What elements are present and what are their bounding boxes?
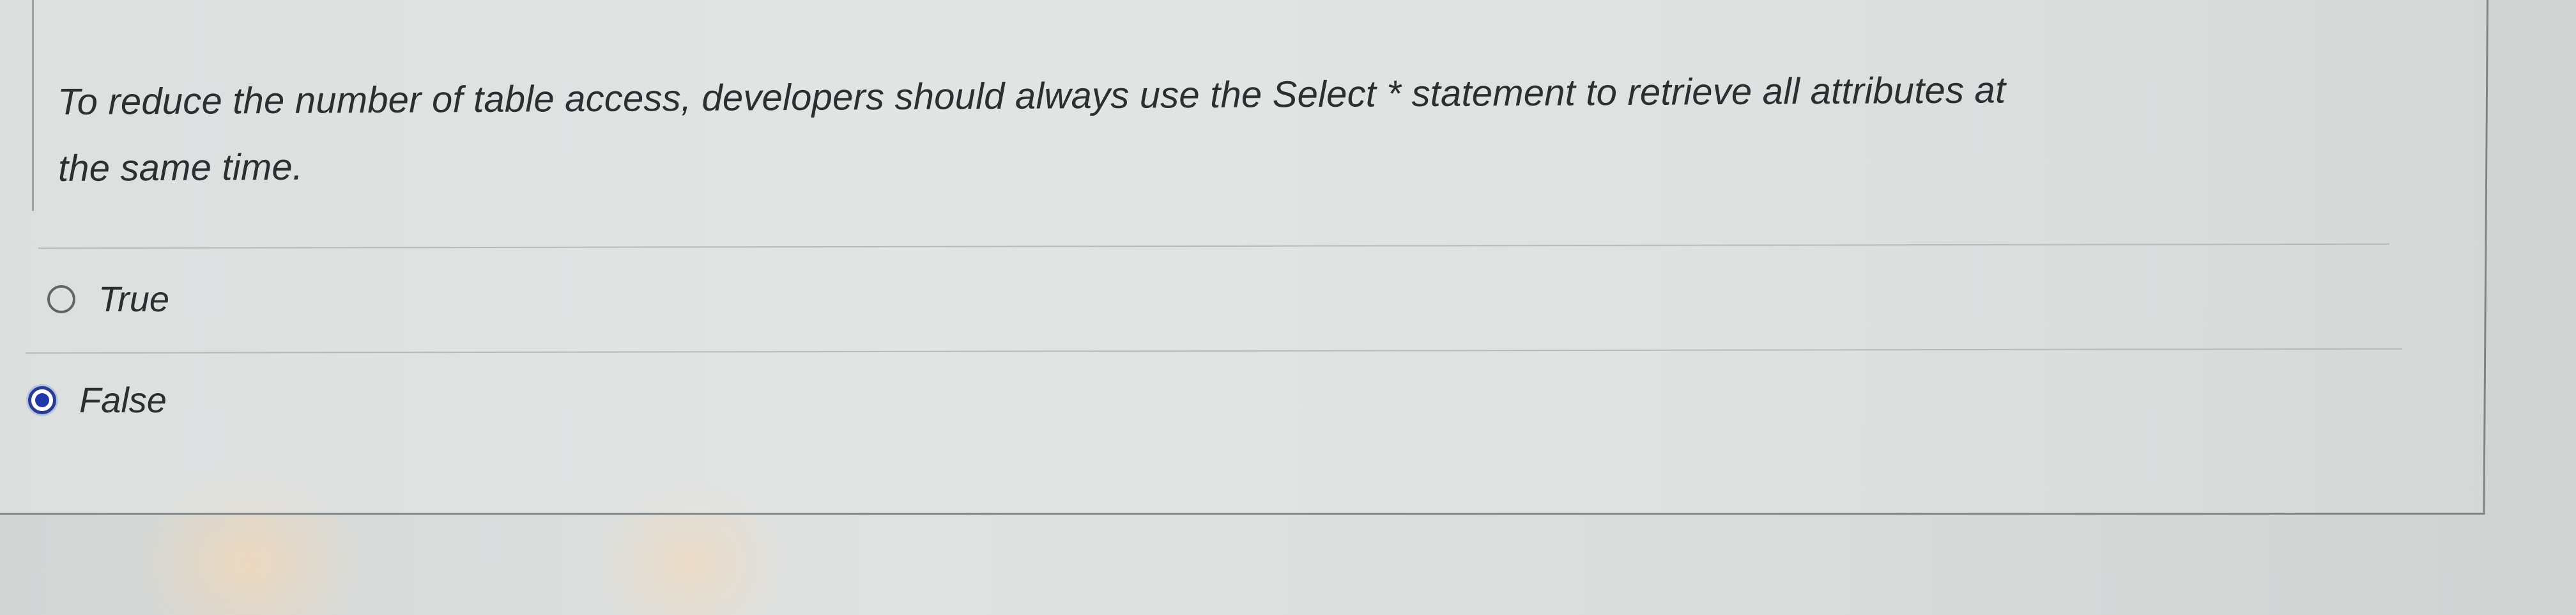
option-label-true: True (98, 279, 169, 319)
question-text-line-2: the same time. (57, 146, 303, 189)
card-left-edge (32, 0, 34, 211)
radio-button-false[interactable] (28, 386, 56, 414)
option-label-false: False (79, 380, 167, 420)
question-text-line-1: To reduce the number of table access, de… (57, 69, 2006, 123)
answer-option-true[interactable]: True (47, 279, 169, 320)
question-text: To reduce the number of table access, de… (57, 55, 2384, 202)
answer-option-false[interactable]: False (28, 380, 167, 421)
radio-button-true[interactable] (47, 285, 75, 313)
